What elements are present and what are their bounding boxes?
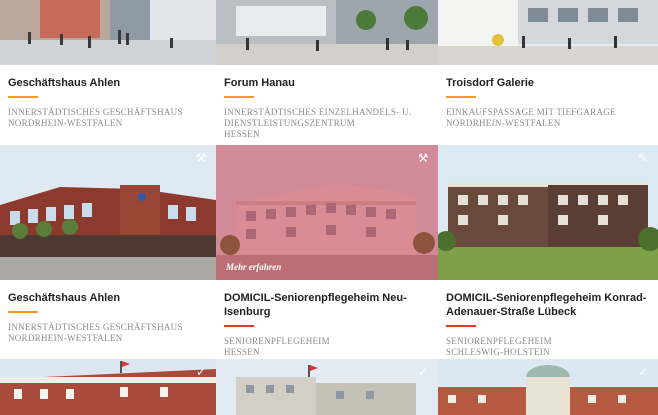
- grid-column: Forum Hanau INNERSTÄDTISCHES EINZELHANDE…: [216, 0, 438, 415]
- title-underline: [446, 325, 476, 327]
- project-region: NORDRHEIN-WESTFALEN: [446, 118, 561, 128]
- project-region: NORDRHEIN-WESTFALEN: [8, 118, 123, 128]
- project-image[interactable]: ✓: [216, 359, 438, 415]
- check-icon: ✓: [637, 365, 649, 379]
- project-category: SENIORENPFLEGEHEIM: [446, 336, 552, 346]
- project-title[interactable]: Geschäftshaus Ahlen: [8, 76, 208, 90]
- project-card[interactable]: ✓: [216, 359, 438, 415]
- project-title[interactable]: DOMICIL-Seniorenpflegeheim Konrad-Adenau…: [446, 291, 650, 319]
- grid-column: Geschäftshaus Ahlen INNERSTÄDTISCHES GES…: [0, 0, 216, 415]
- project-title[interactable]: DOMICIL-Seniorenpflegeheim Neu-Isenburg: [224, 291, 430, 319]
- hammer-icon: ⚒: [195, 151, 207, 165]
- hover-overlay: [216, 145, 438, 280]
- project-region: HESSEN: [224, 129, 260, 139]
- project-category: EINKAUFSPASSAGE MIT TIEFGARAGE: [446, 107, 616, 117]
- project-image[interactable]: [216, 0, 438, 65]
- project-category-cont: DIENSTLEISTUNGSZENTRUM: [224, 118, 356, 128]
- project-category: INNERSTÄDTISCHES EINZELHANDELS- U.: [224, 107, 412, 117]
- project-card[interactable]: ✓: [0, 359, 216, 415]
- project-card[interactable]: ⚒ Mehr erfahren DOMICIL-Seniorenpflegehe…: [216, 145, 438, 359]
- title-underline: [446, 96, 476, 98]
- project-card[interactable]: ✎ DOMICIL-Seniorenpflegeheim Konrad-Aden…: [438, 145, 658, 359]
- project-card[interactable]: ⚒ Geschäftshaus Ahlen INNERSTÄDTISCHES G…: [0, 145, 216, 359]
- check-icon: ✓: [417, 365, 429, 379]
- project-card[interactable]: Troisdorf Galerie EINKAUFSPASSAGE MIT TI…: [438, 0, 658, 145]
- project-image[interactable]: ⚒: [0, 145, 216, 280]
- project-card[interactable]: Forum Hanau INNERSTÄDTISCHES EINZELHANDE…: [216, 0, 438, 145]
- title-underline: [8, 311, 38, 313]
- project-region: SCHLESWIG-HOLSTEIN: [446, 347, 550, 357]
- project-image[interactable]: ⚒ Mehr erfahren: [216, 145, 438, 280]
- project-grid: Geschäftshaus Ahlen INNERSTÄDTISCHES GES…: [0, 0, 658, 415]
- project-category: INNERSTÄDTISCHES GESCHÄFTSHAUS: [8, 322, 183, 332]
- project-image[interactable]: [0, 0, 216, 65]
- project-title[interactable]: Troisdorf Galerie: [446, 76, 650, 90]
- title-underline: [224, 96, 254, 98]
- project-title[interactable]: Forum Hanau: [224, 76, 430, 90]
- project-category: SENIORENPFLEGEHEIM: [224, 336, 330, 346]
- more-link[interactable]: Mehr erfahren: [226, 262, 281, 272]
- project-region: NORDRHEIN-WESTFALEN: [8, 333, 123, 343]
- check-icon: ✓: [195, 365, 207, 379]
- project-image[interactable]: [438, 0, 658, 65]
- title-underline: [8, 96, 38, 98]
- project-image[interactable]: ✓: [0, 359, 216, 415]
- title-underline: [224, 325, 254, 327]
- hammer-icon: ⚒: [417, 151, 429, 165]
- project-region: HESSEN: [224, 347, 260, 357]
- grid-column: Troisdorf Galerie EINKAUFSPASSAGE MIT TI…: [438, 0, 658, 415]
- project-title[interactable]: Geschäftshaus Ahlen: [8, 291, 208, 305]
- project-category: INNERSTÄDTISCHES GESCHÄFTSHAUS: [8, 107, 183, 117]
- pencil-icon: ✎: [637, 151, 649, 165]
- project-card[interactable]: Geschäftshaus Ahlen INNERSTÄDTISCHES GES…: [0, 0, 216, 145]
- project-image[interactable]: ✎: [438, 145, 658, 280]
- project-image[interactable]: ✓: [438, 359, 658, 415]
- project-card[interactable]: ✓: [438, 359, 658, 415]
